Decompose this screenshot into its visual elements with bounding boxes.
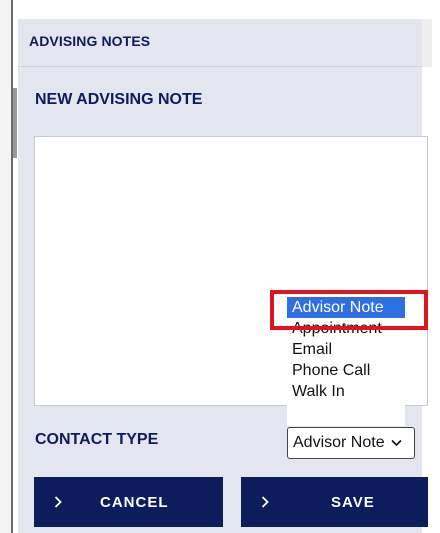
contact-type-select[interactable]: Advisor Note bbox=[287, 427, 415, 459]
option-email[interactable]: Email bbox=[287, 339, 405, 360]
right-edge-tab bbox=[422, 19, 432, 67]
highlight-box bbox=[270, 290, 428, 330]
cancel-button[interactable]: CANCEL bbox=[34, 477, 223, 527]
header-divider bbox=[18, 66, 422, 67]
option-walk-in[interactable]: Walk In bbox=[287, 381, 405, 402]
save-button-label: SAVE bbox=[331, 493, 375, 511]
chevron-right-icon bbox=[261, 496, 269, 508]
contact-type-label: CONTACT TYPE bbox=[35, 431, 159, 448]
outer-frame-border bbox=[0, 0, 13, 533]
contact-type-selected-value: Advisor Note bbox=[293, 434, 385, 451]
option-phone-call[interactable]: Phone Call bbox=[287, 360, 405, 381]
section-header: ADVISING NOTES bbox=[29, 33, 151, 49]
form-title: NEW ADVISING NOTE bbox=[35, 91, 203, 108]
cancel-button-label: CANCEL bbox=[100, 493, 169, 511]
save-button[interactable]: SAVE bbox=[241, 477, 428, 527]
chevron-down-icon bbox=[391, 439, 402, 447]
scrollbar-thumb[interactable] bbox=[13, 88, 17, 158]
chevron-right-icon bbox=[54, 496, 62, 508]
